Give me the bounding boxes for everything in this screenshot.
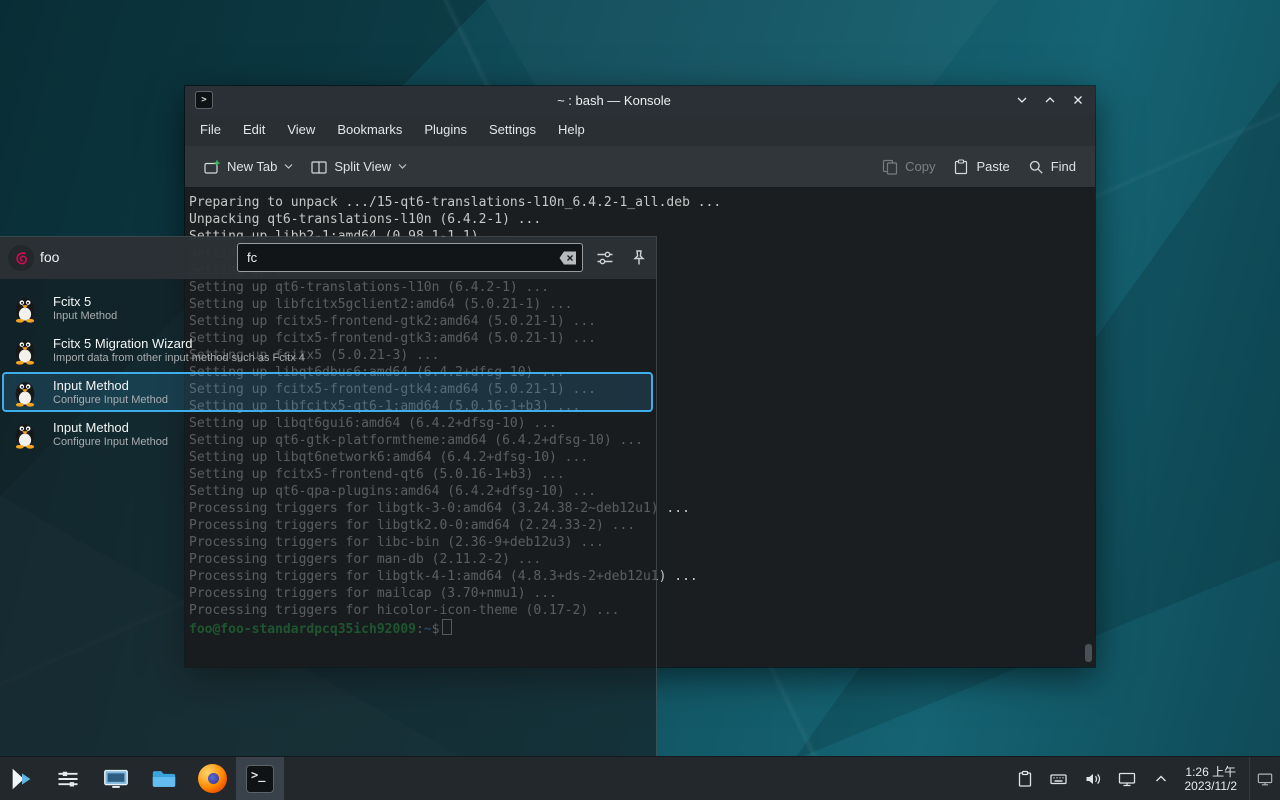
- find-icon: [1028, 159, 1044, 175]
- debian-logo-icon: [8, 245, 34, 271]
- menu-help[interactable]: Help: [547, 114, 596, 146]
- terminal-scrollbar[interactable]: [1085, 644, 1092, 662]
- konsole-icon: >_: [246, 765, 274, 793]
- new-tab-button[interactable]: New Tab: [195, 152, 302, 182]
- user-name-label: foo: [40, 249, 59, 265]
- copy-icon: [882, 159, 898, 175]
- split-view-icon: [311, 159, 327, 175]
- digital-clock[interactable]: 1:26 上午 2023/11/2: [1185, 765, 1238, 793]
- taskbar-panel: >_: [0, 756, 1280, 800]
- result-row-input-method[interactable]: Input Method Configure Input Method: [0, 413, 656, 455]
- chevron-down-icon: [398, 163, 407, 170]
- result-row-fcitx5[interactable]: Fcitx 5 Input Method: [0, 287, 656, 329]
- clear-search-icon[interactable]: [559, 251, 577, 265]
- search-input[interactable]: [237, 243, 583, 272]
- clipboard-tray-icon[interactable]: [1015, 769, 1035, 789]
- keyboard-input-method-tray-icon[interactable]: [1049, 769, 1069, 789]
- split-view-label: Split View: [334, 159, 391, 174]
- volume-tray-icon[interactable]: [1083, 769, 1103, 789]
- paste-button[interactable]: Paste: [944, 152, 1018, 182]
- monitor-icon: [102, 765, 130, 793]
- chevron-down-icon: [284, 163, 293, 170]
- toolbar: New Tab Split View Copy: [185, 146, 1095, 188]
- clock-date: 2023/11/2: [1185, 779, 1238, 793]
- pin-icon[interactable]: [630, 249, 648, 267]
- task-firefox[interactable]: [188, 757, 236, 800]
- result-subtitle: Import data from other input method such…: [53, 352, 305, 365]
- task-konsole-active[interactable]: >_: [236, 757, 284, 800]
- menu-bar: File Edit View Bookmarks Plugins Setting…: [185, 114, 1095, 146]
- pager-widget[interactable]: [44, 757, 92, 800]
- display-tray-icon[interactable]: [1117, 769, 1137, 789]
- close-button[interactable]: [1071, 93, 1085, 107]
- result-row-fcitx5-migration-wizard[interactable]: Fcitx 5 Migration Wizard Import data fro…: [0, 329, 656, 371]
- application-launcher-button[interactable]: [0, 757, 44, 800]
- search-results-list: Fcitx 5 Input Method Fcitx 5 Migration W…: [0, 287, 656, 455]
- tray-expander-caret-icon[interactable]: [1151, 769, 1171, 789]
- window-titlebar[interactable]: > ~ : bash — Konsole: [185, 86, 1095, 114]
- menu-view[interactable]: View: [276, 114, 326, 146]
- launcher-header: foo: [0, 237, 656, 279]
- result-title: Fcitx 5: [53, 294, 117, 309]
- menu-plugins[interactable]: Plugins: [413, 114, 478, 146]
- system-tray: [1015, 769, 1177, 789]
- new-tab-icon: [204, 159, 220, 175]
- firefox-icon: [198, 764, 227, 793]
- menu-settings[interactable]: Settings: [478, 114, 547, 146]
- fcitx-penguin-icon: [10, 335, 40, 365]
- configure-search-icon[interactable]: [596, 249, 614, 267]
- result-row-input-method-selected[interactable]: Input Method Configure Input Method: [0, 371, 656, 413]
- menu-file[interactable]: File: [189, 114, 232, 146]
- menu-bookmarks[interactable]: Bookmarks: [326, 114, 413, 146]
- show-desktop-button[interactable]: [1249, 757, 1280, 800]
- split-view-button[interactable]: Split View: [302, 152, 416, 182]
- paste-label: Paste: [976, 159, 1009, 174]
- maximize-button[interactable]: [1043, 93, 1057, 107]
- minimize-button[interactable]: [1015, 93, 1029, 107]
- result-title: Input Method: [53, 378, 168, 393]
- show-desktop-icon: [1257, 771, 1273, 787]
- fcitx-penguin-icon: [10, 293, 40, 323]
- folder-icon: [150, 765, 178, 793]
- paste-icon: [953, 159, 969, 175]
- copy-label: Copy: [905, 159, 935, 174]
- result-subtitle: Input Method: [53, 310, 117, 323]
- kickoff-icon: [8, 765, 36, 793]
- menu-edit[interactable]: Edit: [232, 114, 276, 146]
- result-title: Fcitx 5 Migration Wizard: [53, 336, 305, 351]
- konsole-window-icon: >: [195, 91, 213, 109]
- window-title: ~ : bash — Konsole: [213, 93, 1015, 108]
- result-title: Input Method: [53, 420, 168, 435]
- copy-button[interactable]: Copy: [873, 152, 944, 182]
- new-tab-label: New Tab: [227, 159, 277, 174]
- find-label: Find: [1051, 159, 1076, 174]
- result-subtitle: Configure Input Method: [53, 436, 168, 449]
- clock-time: 1:26 上午: [1185, 765, 1238, 779]
- task-monitor-app[interactable]: [92, 757, 140, 800]
- fcitx-penguin-icon: [10, 377, 40, 407]
- application-launcher-popup: foo Fcitx 5 Input: [0, 236, 657, 756]
- fcitx-penguin-icon: [10, 419, 40, 449]
- task-file-manager[interactable]: [140, 757, 188, 800]
- find-button[interactable]: Find: [1019, 152, 1085, 182]
- sliders-icon: [55, 766, 81, 792]
- result-subtitle: Configure Input Method: [53, 394, 168, 407]
